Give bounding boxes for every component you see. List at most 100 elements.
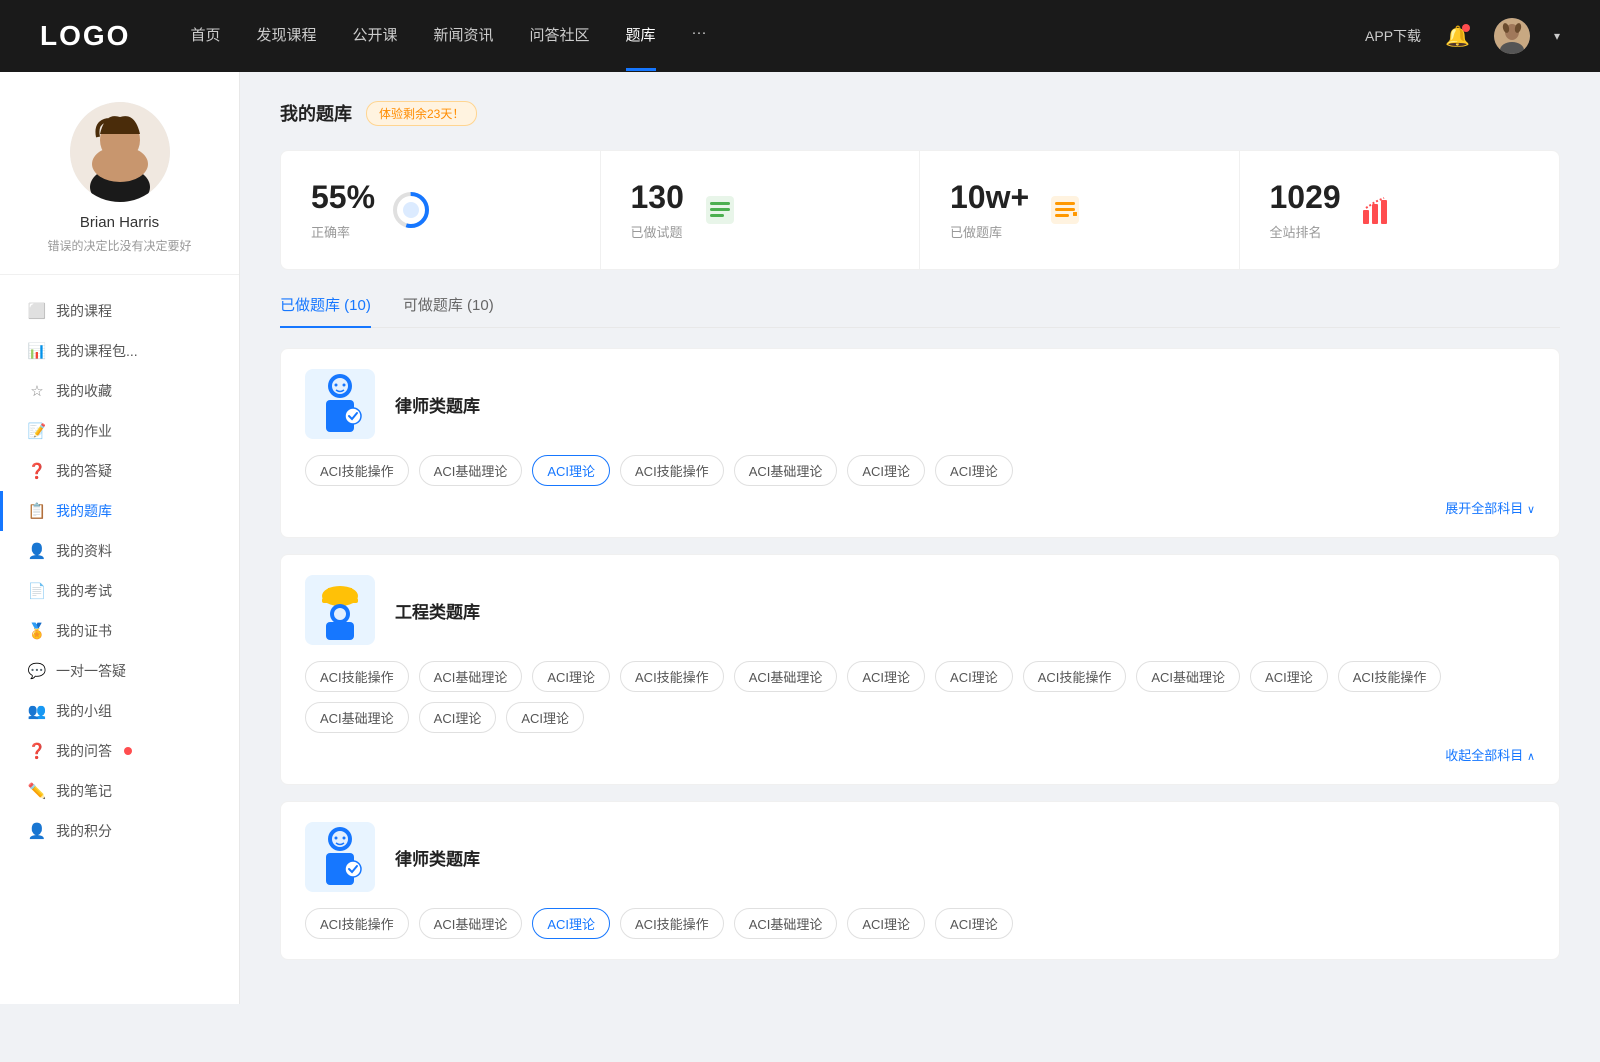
sidebar-item-materials[interactable]: 👤 我的资料 (0, 531, 239, 571)
collapse-btn-label-1: 收起全部科目 (1445, 748, 1523, 763)
bank-tag-2-2[interactable]: ACI理论 (532, 908, 610, 939)
sidebar-label-favorites: 我的收藏 (56, 381, 112, 401)
bank-tag-1-12[interactable]: ACI理论 (419, 702, 497, 733)
bank-tag-1-9[interactable]: ACI理论 (1250, 661, 1328, 692)
bank-tag-0-0[interactable]: ACI技能操作 (305, 455, 409, 486)
expand-btn-label-0: 展开全部科目 (1445, 501, 1523, 516)
profile-name: Brian Harris (80, 214, 159, 231)
materials-icon: 👤 (28, 542, 46, 560)
sidebar-item-my-qa[interactable]: ❓ 我的问答 (0, 731, 239, 771)
lawyer-icon (313, 372, 367, 436)
sidebar-item-question-bank[interactable]: 📋 我的题库 (0, 491, 239, 531)
sidebar-item-course-pack[interactable]: 📊 我的课程包... (0, 331, 239, 371)
sidebar-item-certificate[interactable]: 🏅 我的证书 (0, 611, 239, 651)
notification-bell[interactable]: 🔔 (1445, 24, 1470, 49)
bank-tag-1-1[interactable]: ACI基础理论 (419, 661, 523, 692)
main-content: 我的题库 体验剩余23天！ 55% 正确率 (240, 72, 1600, 1004)
bank-tag-1-2[interactable]: ACI理论 (532, 661, 610, 692)
bank-tag-1-10[interactable]: ACI技能操作 (1338, 661, 1442, 692)
stat-done-questions: 130 已做试题 (601, 151, 921, 269)
sidebar-item-notes[interactable]: ✏️ 我的笔记 (0, 771, 239, 811)
bank-tag-0-4[interactable]: ACI基础理论 (734, 455, 838, 486)
sidebar-label-materials: 我的资料 (56, 541, 112, 561)
bank-tags-0: ACI技能操作 ACI基础理论 ACI理论 ACI技能操作 ACI基础理论 AC… (305, 455, 1535, 486)
stat-accuracy: 55% 正确率 (281, 151, 601, 269)
nav-news[interactable]: 新闻资讯 (434, 24, 494, 49)
page-title: 我的题库 (280, 100, 352, 126)
sidebar-item-favorites[interactable]: ☆ 我的收藏 (0, 371, 239, 411)
bank-tag-1-5[interactable]: ACI理论 (847, 661, 925, 692)
bank-footer-1: 收起全部科目 ∧ (305, 745, 1535, 764)
bank-tag-1-13[interactable]: ACI理论 (506, 702, 584, 733)
sidebar-label-points: 我的积分 (56, 821, 112, 841)
bank-tag-0-2[interactable]: ACI理论 (532, 455, 610, 486)
accuracy-icon (391, 190, 431, 230)
bank-card-2: 律师类题库 ACI技能操作 ACI基础理论 ACI理论 ACI技能操作 ACI基… (280, 801, 1560, 960)
bank-card-0: 律师类题库 ACI技能操作 ACI基础理论 ACI理论 ACI技能操作 ACI基… (280, 348, 1560, 538)
profile-motto: 错误的决定比没有决定要好 (47, 237, 191, 254)
stat-accuracy-text: 55% 正确率 (311, 179, 375, 241)
bank-tag-1-3[interactable]: ACI技能操作 (620, 661, 724, 692)
sidebar-item-exam[interactable]: 📄 我的考试 (0, 571, 239, 611)
user-avatar[interactable] (1494, 18, 1530, 54)
app-download-btn[interactable]: APP下载 (1365, 26, 1421, 46)
nav-discover[interactable]: 发现课程 (256, 24, 316, 49)
sidebar-item-group[interactable]: 👥 我的小组 (0, 691, 239, 731)
homework-icon: 📝 (28, 422, 46, 440)
bank-tag-2-3[interactable]: ACI技能操作 (620, 908, 724, 939)
stat-ranking-text: 1029 全站排名 (1270, 179, 1341, 241)
nav-links: 首页 发现课程 公开课 新闻资讯 问答社区 题库 ··· (190, 24, 1365, 49)
bank-tag-2-1[interactable]: ACI基础理论 (419, 908, 523, 939)
expand-btn-0[interactable]: 展开全部科目 ∨ (1445, 498, 1535, 517)
stat-ranking-label: 全站排名 (1270, 222, 1341, 241)
bank-tag-0-5[interactable]: ACI理论 (847, 455, 925, 486)
exam-icon: 📄 (28, 582, 46, 600)
tab-available-banks[interactable]: 可做题库 (10) (403, 294, 494, 327)
stat-accuracy-value: 55% (311, 179, 375, 216)
sidebar-label-one-on-one: 一对一答疑 (56, 661, 126, 681)
done-banks-icon (1045, 190, 1085, 230)
bank-tags-2: ACI技能操作 ACI基础理论 ACI理论 ACI技能操作 ACI基础理论 AC… (305, 908, 1535, 939)
tab-done-banks[interactable]: 已做题库 (10) (280, 294, 371, 327)
bank-card-header-0: 律师类题库 (305, 369, 1535, 439)
logo: LOGO (40, 20, 130, 52)
stat-done-banks-text: 10w+ 已做题库 (950, 179, 1029, 241)
sidebar-item-points[interactable]: 👤 我的积分 (0, 811, 239, 851)
bank-icon-lawyer-2 (305, 822, 375, 892)
nav-question-bank[interactable]: 题库 (626, 24, 656, 49)
nav-home[interactable]: 首页 (190, 24, 220, 49)
collapse-btn-1[interactable]: 收起全部科目 ∧ (1445, 745, 1535, 764)
stat-ranking-value: 1029 (1270, 179, 1341, 216)
nav-open-course[interactable]: 公开课 (352, 24, 397, 49)
sidebar-item-homework[interactable]: 📝 我的作业 (0, 411, 239, 451)
sidebar-item-course[interactable]: ⬜ 我的课程 (0, 291, 239, 331)
bank-tags-1: ACI技能操作 ACI基础理论 ACI理论 ACI技能操作 ACI基础理论 AC… (305, 661, 1535, 733)
sidebar-item-qa[interactable]: ❓ 我的答疑 (0, 451, 239, 491)
bank-tag-1-7[interactable]: ACI技能操作 (1023, 661, 1127, 692)
navbar: LOGO 首页 发现课程 公开课 新闻资讯 问答社区 题库 ··· APP下载 … (0, 0, 1600, 72)
bank-tag-1-6[interactable]: ACI理论 (935, 661, 1013, 692)
nav-qa[interactable]: 问答社区 (530, 24, 590, 49)
bank-tag-1-0[interactable]: ACI技能操作 (305, 661, 409, 692)
bank-tag-0-1[interactable]: ACI基础理论 (419, 455, 523, 486)
trial-badge: 体验剩余23天！ (366, 101, 477, 126)
bank-tag-1-4[interactable]: ACI基础理论 (734, 661, 838, 692)
stat-done-questions-text: 130 已做试题 (631, 179, 684, 241)
sidebar: Brian Harris 错误的决定比没有决定要好 ⬜ 我的课程 📊 我的课程包… (0, 72, 240, 1004)
bank-tag-0-6[interactable]: ACI理论 (935, 455, 1013, 486)
bank-tag-2-4[interactable]: ACI基础理论 (734, 908, 838, 939)
bank-tag-1-11[interactable]: ACI基础理论 (305, 702, 409, 733)
nav-dropdown-arrow[interactable]: ▾ (1554, 29, 1560, 43)
bank-tag-2-0[interactable]: ACI技能操作 (305, 908, 409, 939)
collapse-chevron-1: ∧ (1527, 751, 1535, 763)
sidebar-item-one-on-one[interactable]: 💬 一对一答疑 (0, 651, 239, 691)
notes-icon: ✏️ (28, 782, 46, 800)
bank-tag-1-8[interactable]: ACI基础理论 (1136, 661, 1240, 692)
bank-tag-2-5[interactable]: ACI理论 (847, 908, 925, 939)
stat-accuracy-label: 正确率 (311, 222, 375, 241)
bank-tag-0-3[interactable]: ACI技能操作 (620, 455, 724, 486)
sidebar-label-question-bank: 我的题库 (56, 501, 112, 521)
nav-more[interactable]: ··· (692, 24, 707, 49)
profile-avatar (70, 102, 170, 202)
bank-tag-2-6[interactable]: ACI理论 (935, 908, 1013, 939)
